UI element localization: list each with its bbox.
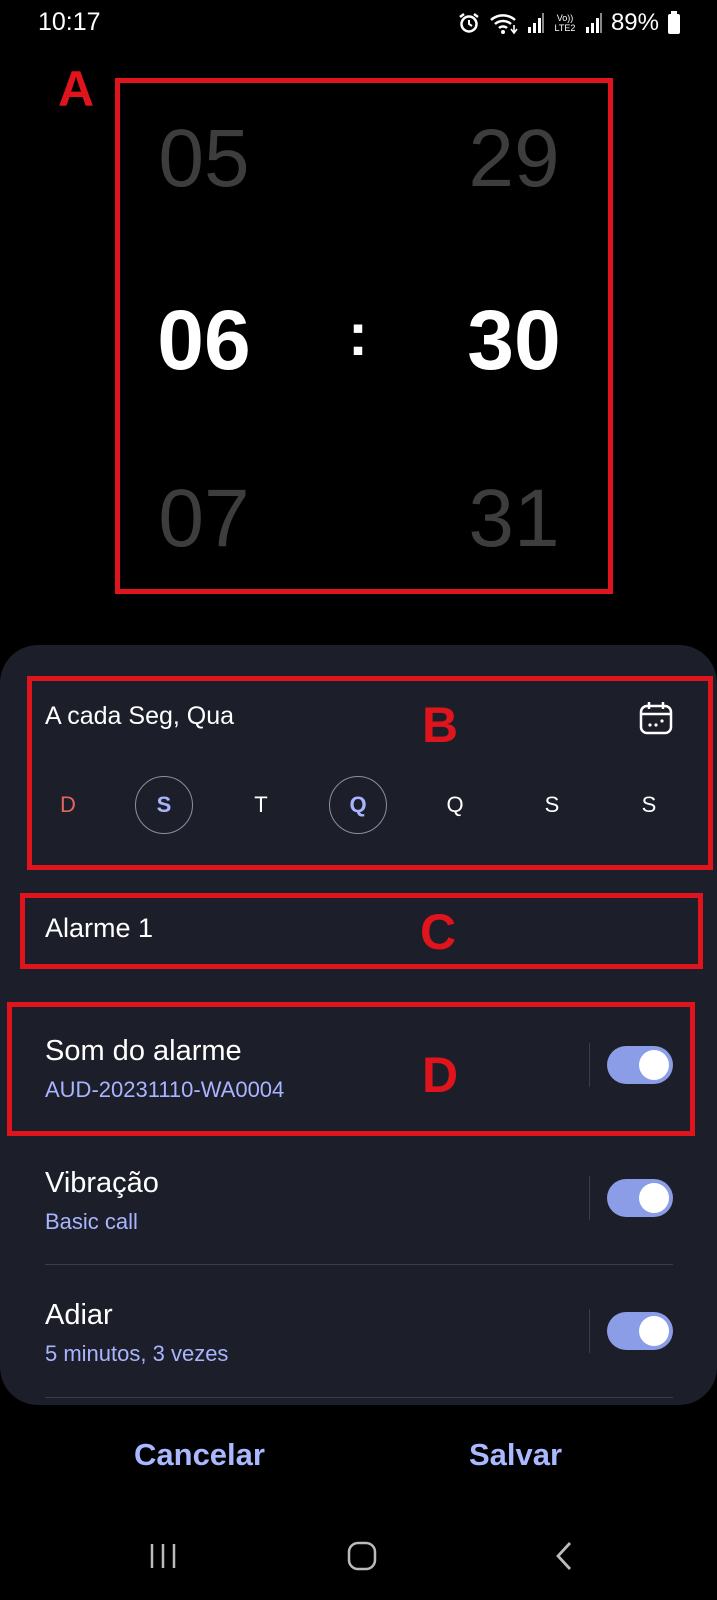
back-icon[interactable] [553,1540,575,1572]
repeat-summary: A cada Seg, Qua [45,702,235,730]
toggle-knob [639,1050,669,1080]
time-separator: : [348,301,368,368]
alarm-name-field[interactable]: Alarme 1 [45,913,153,944]
cancel-button[interactable]: Cancelar [134,1437,265,1473]
battery-percent: 89% [610,9,659,36]
annotation-label-b: B [422,697,459,753]
recents-icon[interactable] [148,1542,178,1570]
toggle-knob [639,1183,669,1213]
setting-title: Som do alarme [45,1035,242,1067]
status-icons: Vo)) LTE2 89% [457,6,681,40]
signal-icon-2 [585,13,602,33]
setting-subtitle: Basic call [45,1209,138,1234]
home-icon[interactable] [346,1540,378,1572]
annotation-label-c: C [420,904,457,960]
setting-title: Adiar [45,1299,113,1331]
volte-icon: Vo)) LTE2 [554,13,576,33]
status-bar: 10:17 Vo)) LTE2 89% [0,0,717,48]
minute-next[interactable]: 31 [434,478,594,560]
wifi-icon [490,14,518,35]
hour-next[interactable]: 07 [124,478,284,560]
navigation-bar [0,1530,717,1600]
annotation-label-d: D [422,1047,459,1103]
alarm-icon [459,13,479,33]
day-monday[interactable]: S [135,776,193,834]
status-time: 10:17 [38,8,101,36]
alarm-sound-toggle[interactable] [607,1046,673,1084]
divider [589,1043,590,1087]
day-sunday[interactable]: D [39,776,97,834]
day-tuesday[interactable]: T [232,776,290,834]
signal-icon [527,13,544,33]
vibration-toggle[interactable] [607,1179,673,1217]
minute-selected[interactable]: 30 [434,298,594,382]
row-divider [45,1264,673,1265]
hour-selected[interactable]: 06 [124,298,284,382]
setting-subtitle: 5 minutos, 3 vezes [45,1341,229,1366]
hour-previous[interactable]: 05 [124,118,284,200]
annotation-label-a: A [58,61,95,117]
setting-subtitle: AUD-20231110-WA0004 [45,1077,285,1102]
annotation-box-d [7,1002,695,1136]
setting-title: Vibração [45,1167,159,1199]
calendar-button[interactable] [638,700,674,736]
divider [589,1176,590,1220]
toggle-knob [639,1316,669,1346]
day-friday[interactable]: S [523,776,581,834]
day-saturday[interactable]: S [620,776,678,834]
day-thursday[interactable]: Q [426,776,484,834]
battery-icon [668,11,680,34]
snooze-toggle[interactable] [607,1312,673,1350]
day-wednesday[interactable]: Q [329,776,387,834]
save-button[interactable]: Salvar [469,1437,562,1473]
divider [589,1309,590,1353]
calendar-icon [639,702,673,735]
minute-previous[interactable]: 29 [434,118,594,200]
row-divider [45,1397,673,1398]
